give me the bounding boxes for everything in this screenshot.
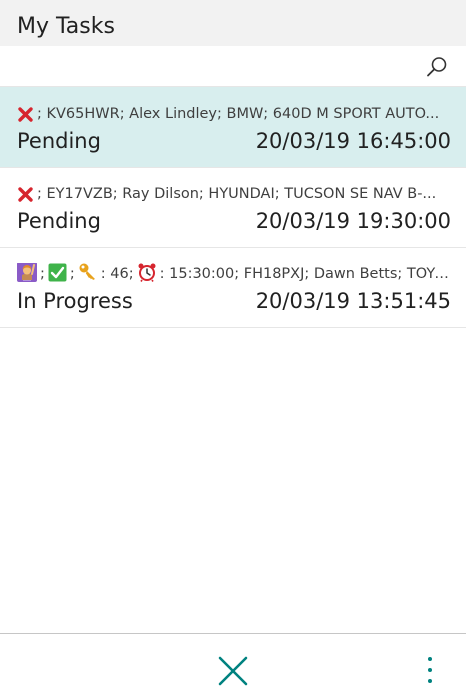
task-datetime: 20/03/19 19:30:00 bbox=[255, 209, 451, 233]
task-summary-line: ; KV65HWR; Alex Lindley; BMW; 640D M SPO… bbox=[17, 103, 451, 125]
more-options-button[interactable] bbox=[420, 654, 440, 688]
cross-mark-icon bbox=[17, 186, 34, 203]
summary-separator: ; bbox=[69, 266, 75, 282]
task-status: Pending bbox=[17, 129, 101, 153]
header: My Tasks bbox=[0, 0, 466, 46]
close-button[interactable] bbox=[216, 654, 250, 688]
search-icon bbox=[427, 57, 447, 77]
key-icon bbox=[78, 263, 98, 285]
search-bar bbox=[0, 46, 466, 87]
task-status: Pending bbox=[17, 209, 101, 233]
task-summary: : 15:30:00; FH18PXJ; Dawn Betts; TOYO... bbox=[159, 266, 451, 282]
task-summary: ; EY17VZB; Ray Dilson; HYUNDAI; TUCSON S… bbox=[37, 186, 437, 202]
close-icon bbox=[218, 656, 248, 686]
page-title: My Tasks bbox=[17, 14, 115, 39]
task-item[interactable]: ; KV65HWR; Alex Lindley; BMW; 640D M SPO… bbox=[0, 87, 466, 168]
footer-toolbar bbox=[0, 633, 466, 699]
task-datetime: 20/03/19 16:45:00 bbox=[255, 129, 451, 153]
key-count: : 46; bbox=[100, 266, 134, 282]
alarm-clock-icon bbox=[137, 263, 157, 285]
search-button[interactable] bbox=[426, 56, 448, 78]
task-summary-line: ; EY17VZB; Ray Dilson; HYUNDAI; TUCSON S… bbox=[17, 183, 451, 205]
task-item[interactable]: ; ; : 46; : 15:30:00; FH18PXJ; Dawn Bett… bbox=[0, 247, 466, 328]
check-box-icon bbox=[48, 263, 67, 285]
more-vertical-icon bbox=[428, 657, 432, 683]
task-summary: ; KV65HWR; Alex Lindley; BMW; 640D M SPO… bbox=[37, 106, 440, 122]
cross-mark-icon bbox=[17, 106, 34, 123]
person-raising-hand-icon bbox=[17, 263, 37, 285]
task-datetime: 20/03/19 13:51:45 bbox=[255, 289, 451, 313]
task-summary-line: ; ; : 46; : 15:30:00; FH18PXJ; Dawn Bett… bbox=[17, 263, 451, 285]
task-item[interactable]: ; EY17VZB; Ray Dilson; HYUNDAI; TUCSON S… bbox=[0, 167, 466, 248]
summary-separator: ; bbox=[40, 266, 45, 282]
task-status: In Progress bbox=[17, 289, 133, 313]
